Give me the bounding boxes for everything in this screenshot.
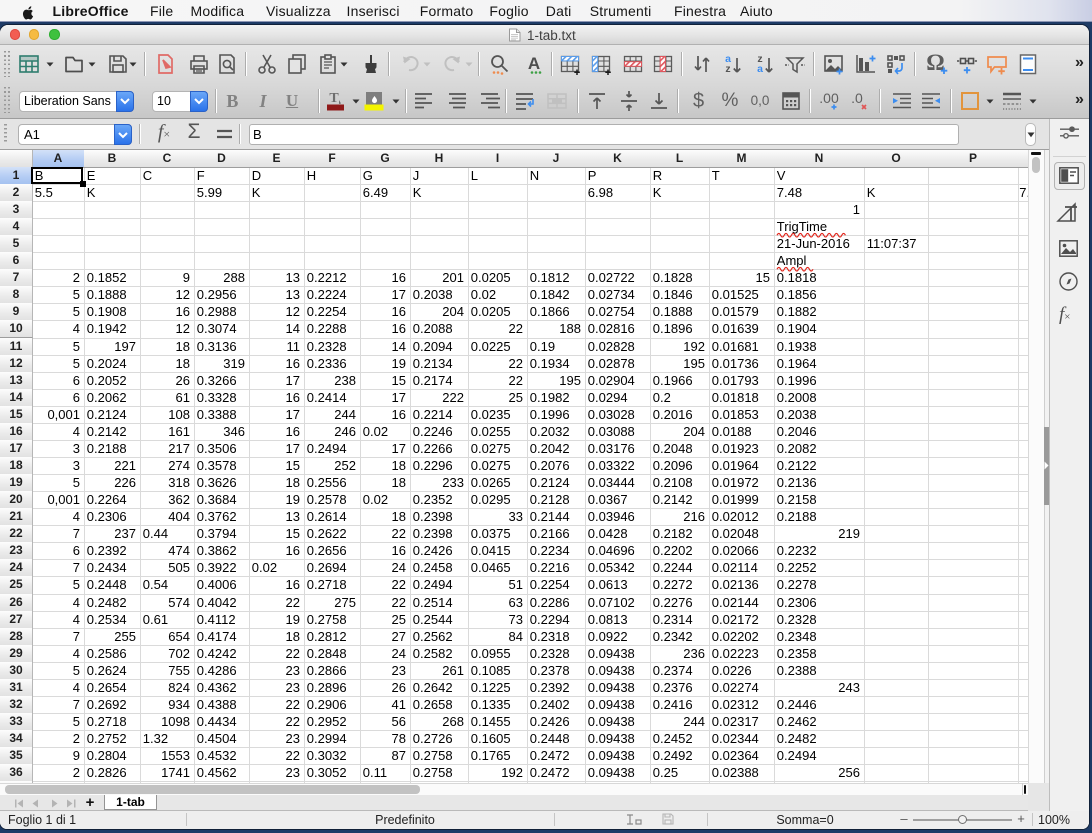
svg-text:.00: .00: [819, 90, 839, 106]
svg-text:A: A: [528, 54, 540, 73]
svg-text:a: a: [757, 63, 763, 75]
svg-text:.0: .0: [851, 90, 863, 106]
svg-text:z: z: [725, 63, 730, 75]
svg-text:T: T: [329, 91, 339, 106]
